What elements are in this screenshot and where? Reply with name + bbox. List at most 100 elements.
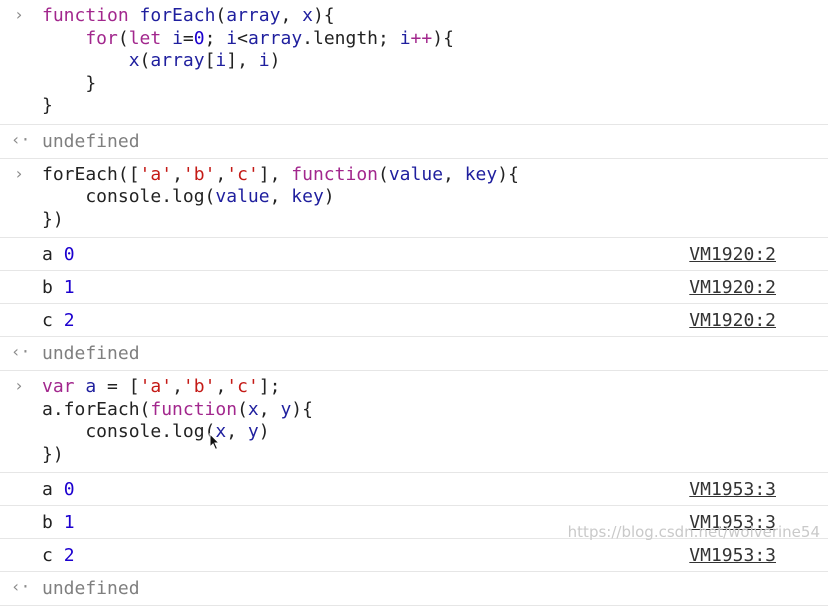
console-input-entry: › forEach(['a','b','c'], function(value, … bbox=[0, 159, 828, 238]
code-token: value bbox=[215, 186, 270, 207]
prompt-chevron-icon: › bbox=[14, 5, 24, 24]
console-log-entry: b 1 VM1953:3 bbox=[0, 506, 828, 539]
result-arrow-icon: ‹· bbox=[11, 129, 31, 149]
code-token: ( bbox=[215, 5, 227, 26]
log-number: 2 bbox=[63, 310, 75, 331]
source-link[interactable]: VM1920:2 bbox=[689, 277, 776, 299]
code-token: [ bbox=[204, 50, 216, 71]
mouse-pointer-icon bbox=[209, 433, 221, 451]
code-token: ) bbox=[258, 421, 270, 442]
code-token: ( bbox=[378, 163, 389, 185]
source-link[interactable]: VM1953:3 bbox=[689, 479, 776, 501]
code-token: 0 bbox=[193, 27, 205, 49]
code-token: ++ bbox=[410, 27, 433, 49]
code-token: function bbox=[291, 163, 378, 185]
code-line: forEach(['a','b','c'], function(value, k… bbox=[42, 164, 828, 187]
code-token: ]; bbox=[258, 376, 281, 397]
code-token: , bbox=[226, 421, 248, 442]
log-text: b bbox=[42, 512, 53, 533]
result-value: undefined bbox=[42, 343, 140, 364]
code-token: 'a' bbox=[139, 376, 173, 397]
code-token: , bbox=[215, 163, 227, 185]
source-link[interactable]: VM1953:3 bbox=[689, 512, 776, 534]
code-token: }) bbox=[42, 443, 64, 465]
log-number: 2 bbox=[63, 545, 75, 566]
code-token: ) bbox=[269, 50, 281, 71]
code-token: ){ bbox=[312, 5, 335, 26]
result-value: undefined bbox=[42, 578, 140, 599]
code-token: function bbox=[150, 398, 238, 420]
code-token: ( bbox=[237, 398, 248, 420]
source-link[interactable]: VM1953:3 bbox=[689, 545, 776, 567]
code-token: ) bbox=[323, 186, 335, 207]
log-number: 0 bbox=[63, 244, 75, 265]
console-panel: › function forEach(array, x){ for(let i=0… bbox=[0, 0, 828, 606]
code-token: function bbox=[42, 5, 140, 26]
console-result-entry: ‹· undefined bbox=[0, 125, 828, 159]
code-token: y bbox=[247, 421, 259, 442]
code-token: , bbox=[280, 5, 303, 26]
log-number: 1 bbox=[63, 277, 75, 298]
code-line: var a = ['a','b','c']; bbox=[42, 376, 828, 399]
code-block: var a = ['a','b','c']; a.forEach(function… bbox=[0, 376, 828, 466]
code-token: ){ bbox=[432, 27, 454, 49]
console-log-entry: c 2 VM1953:3 bbox=[0, 539, 828, 572]
code-token: 'b' bbox=[182, 376, 216, 397]
code-token: x bbox=[42, 50, 140, 71]
code-line: }) bbox=[42, 209, 828, 232]
code-token: i bbox=[226, 27, 238, 49]
code-token: , bbox=[215, 376, 227, 397]
console-input-entry: › var a = ['a','b','c']; a.forEach(functio… bbox=[0, 371, 828, 473]
console-log-entry: a 0 VM1953:3 bbox=[0, 473, 828, 506]
source-link[interactable]: VM1920:2 bbox=[689, 244, 776, 266]
code-line: }) bbox=[42, 444, 828, 467]
code-line: } bbox=[42, 73, 828, 96]
code-line: a.forEach(function(x, y){ bbox=[42, 399, 828, 422]
result-value: undefined bbox=[42, 130, 140, 152]
code-token: 'a' bbox=[139, 163, 173, 185]
code-token: , bbox=[269, 186, 292, 207]
log-text: c bbox=[42, 310, 53, 331]
code-token: console.log( bbox=[42, 421, 216, 442]
code-token: ){ bbox=[291, 398, 313, 420]
code-token: key bbox=[464, 163, 498, 185]
code-token: }) bbox=[42, 208, 64, 230]
code-block: function forEach(array, x){ for(let i=0;… bbox=[0, 5, 828, 118]
code-token: , bbox=[172, 163, 183, 185]
code-token: array bbox=[150, 50, 205, 71]
code-token: forEach([ bbox=[42, 163, 140, 185]
code-line: for(let i=0; i<array.length; i++){ bbox=[42, 28, 828, 51]
code-token: ( bbox=[117, 27, 129, 49]
console-result-entry: ‹· undefined bbox=[0, 337, 828, 371]
console-log-entry: a 0 VM1920:2 bbox=[0, 238, 828, 271]
result-arrow-icon: ‹· bbox=[11, 342, 31, 361]
code-token: x bbox=[247, 398, 259, 420]
code-token: ){ bbox=[497, 163, 519, 185]
code-line: console.log(value, key) bbox=[42, 186, 828, 209]
code-token: i bbox=[258, 50, 270, 71]
code-token: a bbox=[85, 376, 97, 397]
console-input-entry: › function forEach(array, x){ for(let i=0… bbox=[0, 0, 828, 125]
code-token: var bbox=[42, 376, 86, 397]
code-token: 'c' bbox=[226, 376, 259, 397]
code-token: } bbox=[42, 95, 53, 116]
console-log-entry: b 1 VM1920:2 bbox=[0, 271, 828, 304]
code-token: array bbox=[247, 27, 303, 49]
code-token: < bbox=[237, 27, 248, 49]
log-text: c bbox=[42, 545, 53, 566]
code-token: , bbox=[443, 163, 465, 185]
code-token: , bbox=[172, 376, 183, 397]
code-token: ( bbox=[139, 50, 151, 71]
console-result-entry: ‹· undefined bbox=[0, 572, 828, 606]
code-token: ], bbox=[226, 50, 259, 71]
code-token: .length; bbox=[302, 27, 400, 49]
log-text: a bbox=[42, 479, 53, 500]
log-number: 0 bbox=[63, 479, 75, 500]
code-token: ], bbox=[258, 163, 292, 185]
result-arrow-icon: ‹· bbox=[11, 577, 31, 596]
code-token: ; bbox=[204, 27, 227, 49]
code-block: forEach(['a','b','c'], function(value, k… bbox=[0, 164, 828, 232]
source-link[interactable]: VM1920:2 bbox=[689, 310, 776, 332]
code-token: i bbox=[172, 27, 183, 49]
code-token: x bbox=[302, 5, 313, 26]
